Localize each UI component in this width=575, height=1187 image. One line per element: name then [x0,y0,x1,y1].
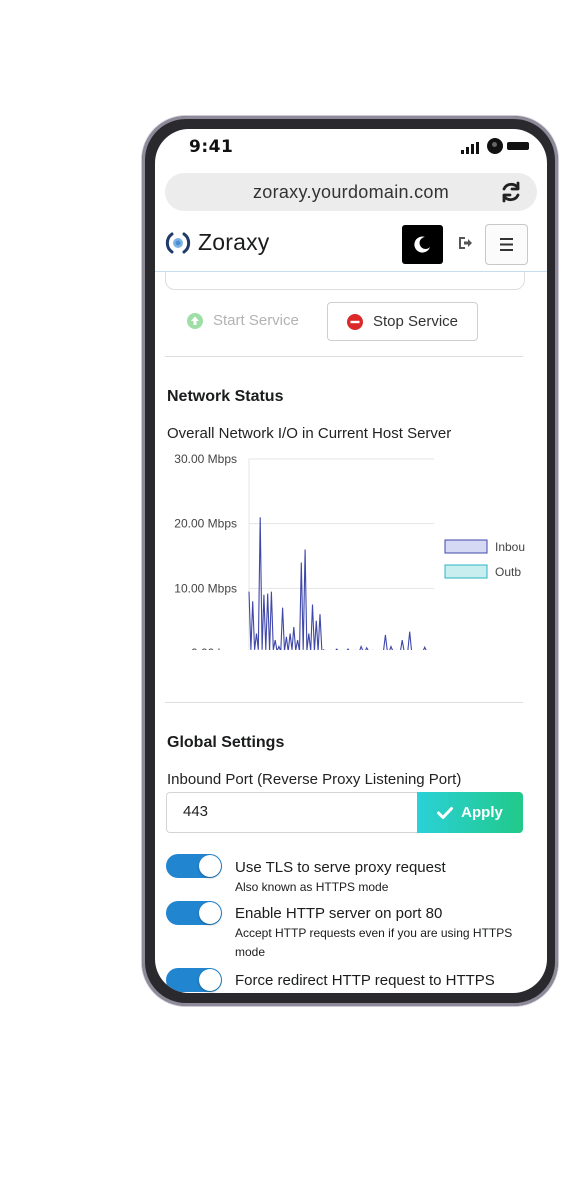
start-service-label: Start Service [213,312,299,329]
toggle-knob [199,855,221,877]
tls-toggle[interactable] [166,854,222,878]
legend-swatch-0 [444,539,488,554]
phone-screen: 9:41 zoraxy.yourdomain.com Zoraxy Start … [155,129,547,993]
signal-icon [461,142,479,154]
dark-mode-button[interactable] [402,225,443,264]
apply-label: Apply [461,804,503,821]
inbound-port-field[interactable] [166,792,418,833]
divider [165,356,523,357]
tls-option-desc: Also known as HTTPS mode [235,880,389,894]
inbound-port-label: Inbound Port (Reverse Proxy Listening Po… [167,771,462,788]
network-chart: 30.00 Mbps 20.00 Mbps 10.00 Mbps 0.00 bps In… [155,450,547,660]
status-bar: 9:41 [155,129,547,167]
address-bar[interactable]: zoraxy.yourdomain.com [165,173,537,211]
y-tick-label: 30.00 Mbps [174,452,237,466]
y-tick-label: 20.00 Mbps [174,517,237,531]
legend-label-1: Outb [495,565,521,579]
phone-frame: 9:41 zoraxy.yourdomain.com Zoraxy Start … [142,116,558,1006]
main-content: Start Service Stop Service Network Statu… [155,272,547,993]
camera-icon [487,138,503,154]
y-tick-label: 0.00 bps [191,646,237,650]
network-status-heading: Network Status [167,388,284,405]
legend-swatch-1 [444,564,488,579]
menu-icon [500,238,513,251]
stop-service-label: Stop Service [372,313,459,330]
toggle-knob [199,969,221,991]
apply-button[interactable]: Apply [417,792,523,833]
status-card [165,272,525,290]
http80-option-desc: Accept HTTP requests even if you are usi… [235,926,513,959]
series-line-0 [248,517,435,654]
url-text: zoraxy.yourdomain.com [252,182,450,202]
zoraxy-logo-icon [165,232,191,253]
redirect-https-toggle[interactable] [166,968,222,992]
stop-service-button[interactable]: Stop Service [327,302,478,341]
check-icon [437,806,454,819]
app-navbar: Zoraxy [155,219,547,272]
arrow-up-circle-icon [187,312,203,329]
start-service-button[interactable]: Start Service [187,312,299,329]
toggle-knob [199,902,221,924]
battery-icon [507,142,529,150]
hamburger-menu-button[interactable] [485,224,528,265]
app-name: Zoraxy [198,229,270,255]
app-logo[interactable]: Zoraxy [164,229,270,256]
status-time: 9:41 [189,137,234,157]
legend-label-0: Inbou [495,540,525,554]
tls-option-title: Use TLS to serve proxy request [235,859,446,876]
redirect-option-title: Force redirect HTTP request to HTTPS [235,972,495,989]
minus-circle-icon [346,313,363,330]
reload-icon[interactable] [499,180,523,204]
http80-toggle[interactable] [166,901,222,925]
logout-icon[interactable] [456,234,474,252]
moon-icon [414,236,430,253]
http80-option-title: Enable HTTP server on port 80 [235,905,443,922]
network-chart-svg: 30.00 Mbps 20.00 Mbps 10.00 Mbps 0.00 bps In… [174,452,525,660]
divider [165,702,523,703]
network-io-label: Overall Network I/O in Current Host Serv… [167,425,452,442]
y-tick-label: 10.00 Mbps [174,581,237,595]
global-settings-heading: Global Settings [167,734,285,751]
inbound-port-input[interactable] [167,793,403,830]
